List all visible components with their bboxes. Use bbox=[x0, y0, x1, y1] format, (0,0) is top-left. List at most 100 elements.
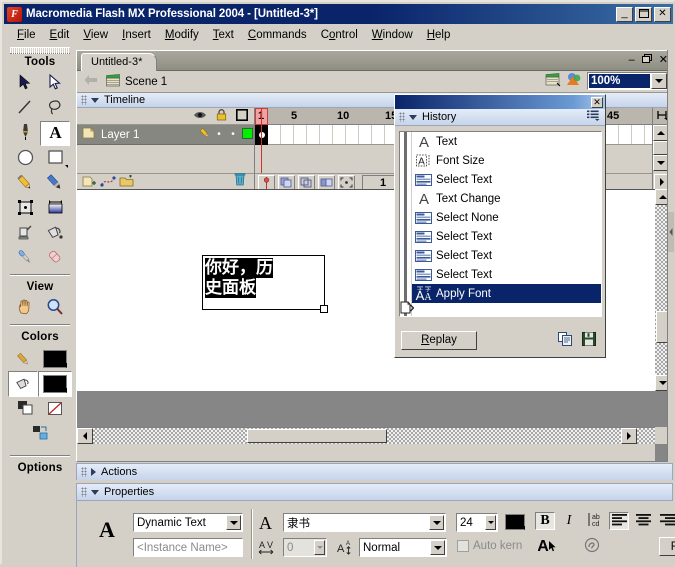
timeline-layer-row[interactable]: Layer 1 • • bbox=[77, 125, 254, 145]
text-object-resize-handle[interactable] bbox=[320, 305, 328, 313]
eyedropper-tool-button[interactable] bbox=[10, 246, 40, 271]
menu-item-insert[interactable]: Insert bbox=[115, 27, 158, 43]
properties-panel-header[interactable]: Properties bbox=[76, 483, 673, 501]
timeline-grip[interactable] bbox=[81, 95, 87, 105]
actions-panel-header[interactable]: Actions bbox=[76, 463, 673, 480]
minimize-button[interactable]: _ bbox=[616, 7, 633, 22]
text-type-combo[interactable]: Dynamic Text bbox=[133, 513, 243, 532]
character-position-value[interactable]: Normal bbox=[360, 539, 429, 556]
character-position-dropdown-button[interactable] bbox=[430, 540, 445, 555]
hand-tool-button[interactable] bbox=[10, 296, 40, 321]
outline-icon[interactable] bbox=[236, 109, 248, 124]
text-color-swatch[interactable] bbox=[505, 514, 525, 530]
format-button[interactable]: Format bbox=[659, 537, 675, 556]
font-family-dropdown-button[interactable] bbox=[429, 515, 444, 530]
character-position-combo[interactable]: Normal bbox=[359, 538, 447, 557]
no-color-button[interactable] bbox=[40, 397, 70, 422]
rectangle-tool-button[interactable] bbox=[40, 146, 70, 171]
edit-symbols-icon[interactable] bbox=[566, 72, 583, 90]
stage-scroll-right-button[interactable] bbox=[621, 428, 637, 444]
zoom-level-value[interactable]: 100% bbox=[589, 74, 650, 88]
pencil-tool-button[interactable] bbox=[10, 171, 40, 196]
menu-item-help[interactable]: Help bbox=[420, 27, 458, 43]
chevron-right-icon[interactable] bbox=[91, 468, 96, 476]
text-type-dropdown-button[interactable] bbox=[226, 515, 241, 530]
history-undo-slider-track[interactable] bbox=[400, 132, 412, 316]
zoom-tool-button[interactable] bbox=[40, 296, 70, 321]
fill-transform-tool-button[interactable] bbox=[40, 196, 70, 221]
history-panel-close-button[interactable]: ✕ bbox=[591, 97, 603, 108]
eye-icon[interactable] bbox=[193, 110, 207, 123]
zoom-dropdown-button[interactable] bbox=[651, 73, 667, 89]
history-list-item[interactable]: A Text Change bbox=[400, 189, 601, 208]
italic-button[interactable]: I bbox=[559, 512, 579, 530]
center-frame-button[interactable] bbox=[258, 175, 275, 190]
panel-dock-collapse-handle[interactable] bbox=[668, 212, 674, 252]
history-panel-grip[interactable] bbox=[399, 112, 405, 122]
history-panel[interactable]: ✕ History A Text A bbox=[394, 94, 606, 358]
ink-bottle-tool-button[interactable] bbox=[10, 221, 40, 246]
auto-kern-checkbox-row[interactable]: Auto kern bbox=[457, 540, 522, 552]
stage-horizontal-scrollbar[interactable] bbox=[77, 427, 655, 444]
modify-onion-markers-button[interactable] bbox=[338, 175, 355, 190]
document-tab[interactable]: Untitled-3* bbox=[81, 53, 157, 72]
chevron-down-icon[interactable] bbox=[409, 115, 417, 120]
history-list-item[interactable]: Select Text bbox=[400, 246, 601, 265]
menu-item-view[interactable]: View bbox=[76, 27, 115, 43]
back-arrow-icon[interactable] bbox=[84, 74, 98, 89]
layer-lock-dot[interactable]: • bbox=[226, 129, 240, 140]
history-panel-header[interactable]: History bbox=[395, 109, 605, 126]
stage-scroll-left-button[interactable] bbox=[77, 428, 93, 444]
default-colors-button[interactable] bbox=[10, 397, 40, 422]
selectable-text-button[interactable]: A bbox=[537, 537, 557, 555]
bold-button[interactable]: B bbox=[535, 512, 555, 530]
align-right-button[interactable] bbox=[657, 512, 675, 530]
instance-name-field[interactable]: <Instance Name> bbox=[133, 538, 243, 557]
maximize-button[interactable] bbox=[635, 7, 652, 22]
pen-tool-button[interactable] bbox=[10, 121, 40, 146]
history-panel-title-bar[interactable]: ✕ bbox=[395, 95, 605, 109]
swap-colors-button[interactable] bbox=[25, 422, 55, 447]
selection-tool-button[interactable] bbox=[10, 71, 40, 96]
text-direction-button[interactable]: abcd bbox=[585, 512, 605, 530]
font-size-value[interactable]: 24 bbox=[457, 514, 484, 531]
actions-panel-grip[interactable] bbox=[81, 467, 87, 477]
history-undo-slider-bar[interactable] bbox=[404, 132, 407, 317]
rectangle-tool-flyout-arrow-icon[interactable] bbox=[65, 165, 68, 168]
text-object[interactable]: 你好，历 史面板 bbox=[202, 255, 325, 310]
free-transform-tool-button[interactable] bbox=[10, 196, 40, 221]
oval-tool-button[interactable] bbox=[10, 146, 40, 171]
replay-step-marker-icon[interactable] bbox=[400, 298, 414, 317]
layer-outline-color-swatch[interactable] bbox=[240, 128, 254, 142]
menu-item-file[interactable]: File bbox=[10, 27, 43, 43]
align-left-button[interactable] bbox=[609, 512, 629, 530]
menu-item-window[interactable]: Window bbox=[365, 27, 420, 43]
history-list-item[interactable]: Select Text bbox=[400, 227, 601, 246]
menu-item-commands[interactable]: Commands bbox=[241, 27, 314, 43]
close-button[interactable]: ✕ bbox=[654, 7, 671, 22]
save-as-command-icon[interactable] bbox=[582, 332, 596, 349]
tools-palette-grip[interactable] bbox=[10, 47, 70, 54]
layer-edit-pencil-icon[interactable] bbox=[198, 127, 212, 142]
lasso-tool-button[interactable] bbox=[40, 96, 70, 121]
text-tool-button[interactable]: A bbox=[40, 121, 70, 146]
history-list-item[interactable]: Select Text bbox=[400, 265, 601, 284]
edit-scene-icon[interactable] bbox=[545, 72, 562, 90]
history-list-item[interactable]: Select None bbox=[400, 208, 601, 227]
stroke-color-swatch[interactable] bbox=[38, 346, 72, 371]
history-list-item[interactable]: Select Text bbox=[400, 170, 601, 189]
properties-panel-grip[interactable] bbox=[81, 487, 87, 497]
copy-steps-icon[interactable] bbox=[558, 332, 573, 349]
letter-spacing-combo[interactable]: 0 bbox=[283, 538, 327, 557]
font-size-dropdown-button[interactable] bbox=[485, 515, 496, 530]
auto-kern-checkbox[interactable] bbox=[457, 540, 469, 552]
document-restore-button[interactable] bbox=[642, 54, 652, 66]
eraser-tool-button[interactable] bbox=[40, 246, 70, 271]
zoom-level-combo[interactable]: 100% bbox=[587, 72, 669, 90]
stage-horizontal-scroll-thumb[interactable] bbox=[247, 429, 387, 443]
replay-button[interactable]: Replay bbox=[401, 331, 477, 350]
onion-skin-button[interactable] bbox=[278, 175, 295, 190]
font-family-value[interactable]: 隶书 bbox=[284, 514, 428, 531]
fill-color-swatch[interactable] bbox=[38, 371, 72, 397]
font-size-combo[interactable]: 24 bbox=[456, 513, 498, 532]
